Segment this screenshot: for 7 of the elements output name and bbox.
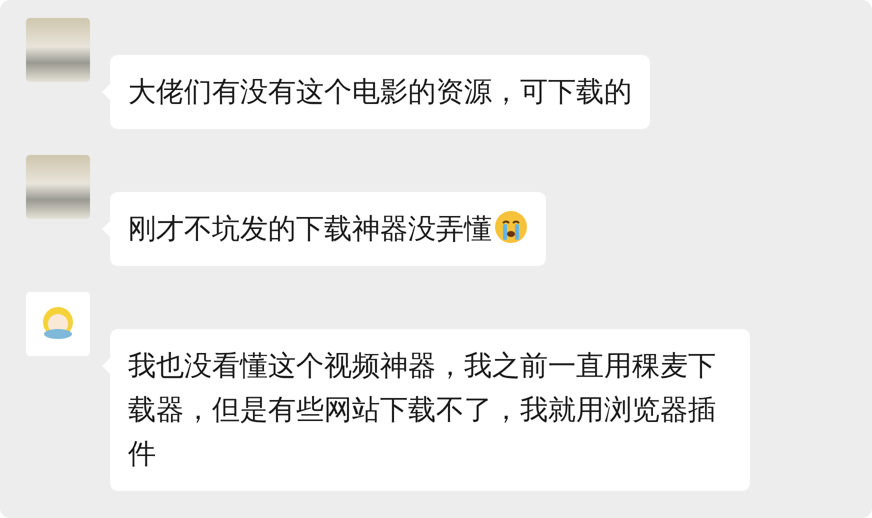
- avatar-photo: [26, 155, 90, 219]
- message-text: 我也没看懂这个视频神器，我之前一直用稞麦下载器，但是有些网站下载不了，我就用浏览器插件: [128, 350, 716, 469]
- crying-face-icon: [494, 210, 528, 244]
- message-text: 大佬们有没有这个电影的资源，可下载的: [128, 76, 632, 107]
- message-text: 刚才不坑发的下载神器没弄懂: [128, 213, 492, 244]
- avatar-photo: [26, 292, 90, 356]
- avatar-photo: [26, 18, 90, 82]
